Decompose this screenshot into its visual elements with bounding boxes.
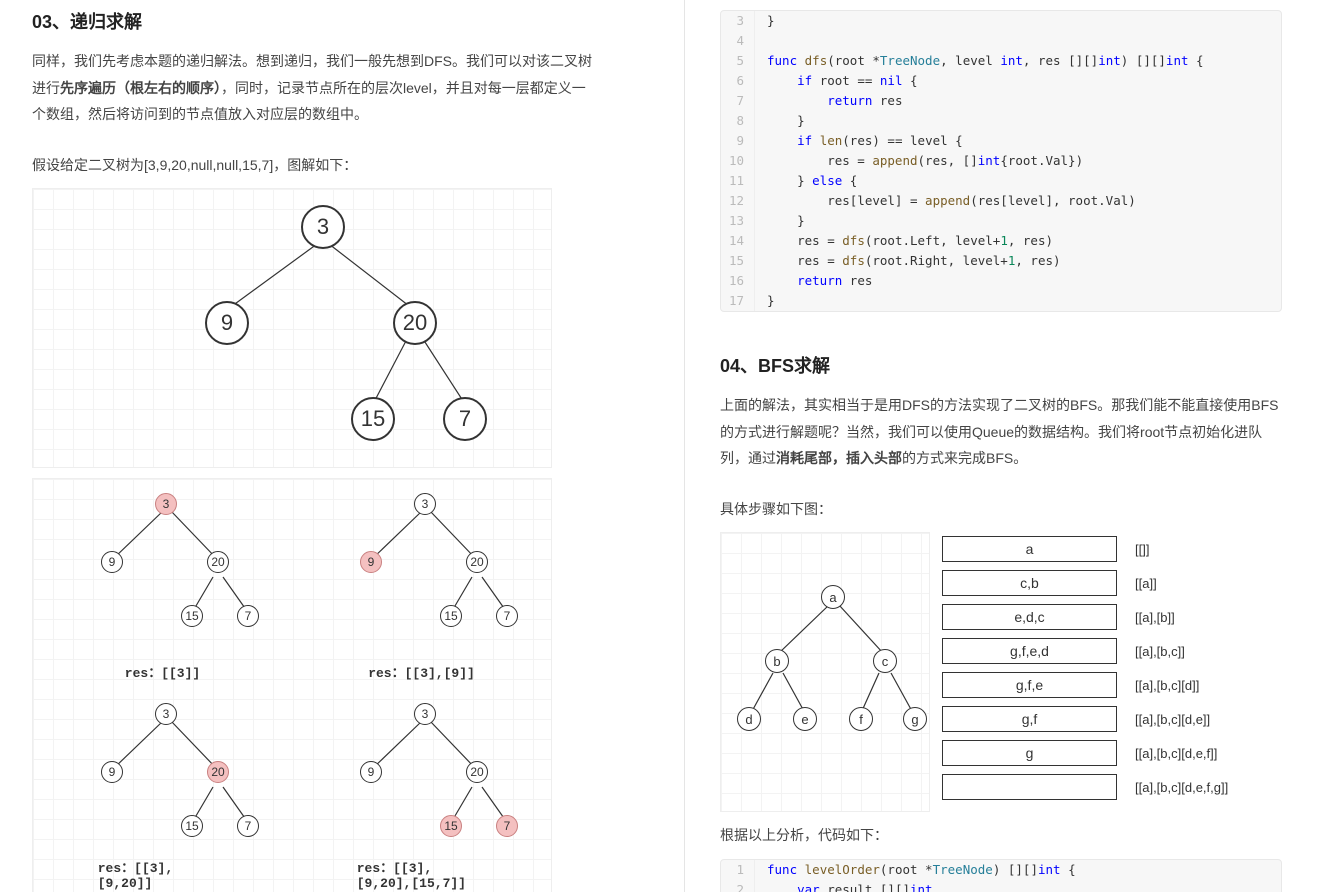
node-3: 3 <box>301 205 345 249</box>
code-line: 9 if len(res) == level { <box>721 131 1281 151</box>
queue-box: g,f <box>942 706 1117 732</box>
code-line: 10 res = append(res, []int{root.Val}) <box>721 151 1281 171</box>
queue-step: [[a],[b,c][d,e,f,g]] <box>942 774 1255 800</box>
queue-step: g,f [[a],[b,c][d,e]] <box>942 706 1255 732</box>
queue-result: [[a],[b]] <box>1135 610 1255 625</box>
small-trees-grid: 3 9 20 15 7 res：[[3]] 3 9 20 15 7 res：[[… <box>32 478 552 892</box>
code-line: 7 return res <box>721 91 1281 111</box>
res-4: res：[[3],[9,20],[15,7]] <box>357 857 487 891</box>
queue-result: [[a],[b,c]] <box>1135 644 1255 659</box>
queue-result: [[]] <box>1135 542 1255 557</box>
step-3: 3 9 20 15 7 res：[[3],[9,20]] <box>33 689 292 892</box>
bfs-queue-steps: a [[]] c,b [[a]] e,d,c [[a],[b]] g,f,e,d [[a],[… <box>942 532 1255 812</box>
code-line: 4 <box>721 31 1281 51</box>
step-2: 3 9 20 15 7 res：[[3],[9]] <box>292 479 551 689</box>
queue-box: c,b <box>942 570 1117 596</box>
queue-result: [[a],[b,c][d,e]] <box>1135 712 1255 727</box>
queue-result: [[a],[b,c][d]] <box>1135 678 1255 693</box>
section-03-intro: 同样，我们先考虑本题的递归解法。想到递归，我们一般先想到DFS。我们可以对该二叉… <box>32 48 594 128</box>
res-1: res：[[3]] <box>125 662 200 681</box>
step-1: 3 9 20 15 7 res：[[3]] <box>33 479 292 689</box>
section-04-title: 04、BFS求解 <box>720 352 1282 378</box>
code-line: 11 } else { <box>721 171 1281 191</box>
queue-step: e,d,c [[a],[b]] <box>942 604 1255 630</box>
code-line: 12 res[level] = append(res[level], root.… <box>721 191 1281 211</box>
right-column: 3}45func dfs(root *TreeNode, level int, … <box>685 0 1317 892</box>
queue-result: [[a]] <box>1135 576 1255 591</box>
code-line: 2 var result [][]int <box>721 880 1281 892</box>
right-footer: 根据以上分析，代码如下： <box>720 822 1282 849</box>
res-3: res：[[3],[9,20]] <box>98 857 228 891</box>
node-9: 9 <box>205 301 249 345</box>
code-block-dfs: 3}45func dfs(root *TreeNode, level int, … <box>720 10 1282 312</box>
queue-step: a [[]] <box>942 536 1255 562</box>
code-line: 15 res = dfs(root.Right, level+1, res) <box>721 251 1281 271</box>
big-tree-diagram: 3 9 20 15 7 <box>32 188 552 468</box>
code-line: 8 } <box>721 111 1281 131</box>
queue-step: g,f,e,d [[a],[b,c]] <box>942 638 1255 664</box>
code-line: 16 return res <box>721 271 1281 291</box>
bfs-diagram: a b c d e f g a [[]] c,b [[a]] e,d,c [[a],[b]… <box>720 532 1255 812</box>
node-7: 7 <box>443 397 487 441</box>
section-04-intro: 上面的解法，其实相当于是用DFS的方法实现了二叉树的BFS。那我们能不能直接使用… <box>720 392 1282 472</box>
queue-result: [[a],[b,c][d,e,f]] <box>1135 746 1255 761</box>
queue-box <box>942 774 1117 800</box>
code-line: 1func levelOrder(root *TreeNode) [][]int… <box>721 860 1281 880</box>
code-line: 3} <box>721 11 1281 31</box>
queue-step: c,b [[a]] <box>942 570 1255 596</box>
tree-assumption: 假设给定二叉树为[3,9,20,null,null,15,7]，图解如下： <box>32 152 594 179</box>
code-line: 6 if root == nil { <box>721 71 1281 91</box>
queue-result: [[a],[b,c][d,e,f,g]] <box>1135 780 1255 795</box>
queue-box: a <box>942 536 1117 562</box>
bfs-steps-label: 具体步骤如下图： <box>720 496 1282 523</box>
left-column: 03、递归求解 同样，我们先考虑本题的递归解法。想到递归，我们一般先想到DFS。… <box>0 0 685 892</box>
queue-box: g,f,e,d <box>942 638 1117 664</box>
code-line: 14 res = dfs(root.Left, level+1, res) <box>721 231 1281 251</box>
section-03-title: 03、递归求解 <box>32 8 594 34</box>
queue-step: g [[a],[b,c][d,e,f]] <box>942 740 1255 766</box>
queue-box: g <box>942 740 1117 766</box>
node-15: 15 <box>351 397 395 441</box>
node-20: 20 <box>393 301 437 345</box>
code-line: 13 } <box>721 211 1281 231</box>
step-4: 3 9 20 15 7 res：[[3],[9,20],[15,7]] <box>292 689 551 892</box>
queue-step: g,f,e [[a],[b,c][d]] <box>942 672 1255 698</box>
page-root: 03、递归求解 同样，我们先考虑本题的递归解法。想到递归，我们一般先想到DFS。… <box>0 0 1317 892</box>
queue-box: e,d,c <box>942 604 1117 630</box>
code-block-bfs: 1func levelOrder(root *TreeNode) [][]int… <box>720 859 1282 892</box>
code-line: 5func dfs(root *TreeNode, level int, res… <box>721 51 1281 71</box>
queue-box: g,f,e <box>942 672 1117 698</box>
res-2: res：[[3],[9]] <box>368 662 475 681</box>
bfs-tree: a b c d e f g <box>720 532 930 812</box>
code-line: 17} <box>721 291 1281 311</box>
